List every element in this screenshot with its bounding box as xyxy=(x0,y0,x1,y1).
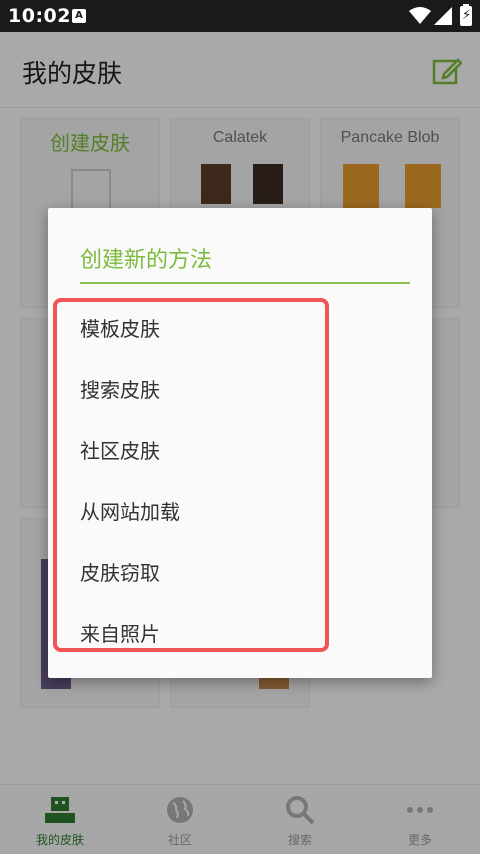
status-time: 10:02 xyxy=(8,5,71,27)
option-load-from-website[interactable]: 从网站加载 xyxy=(48,481,432,541)
create-method-dialog: 创建新的方法 模板皮肤 搜索皮肤 社区皮肤 从网站加载 皮肤窃取 来自照片 xyxy=(48,208,432,678)
option-search-skin[interactable]: 搜索皮肤 xyxy=(48,359,432,419)
option-label: 模板皮肤 xyxy=(80,317,160,341)
signal-icon xyxy=(434,7,452,25)
dialog-title: 创建新的方法 xyxy=(80,248,213,273)
option-label: 来自照片 xyxy=(80,622,160,646)
option-skin-stealer[interactable]: 皮肤窃取 xyxy=(48,542,432,602)
option-label: 社区皮肤 xyxy=(80,439,160,463)
option-template-skin[interactable]: 模板皮肤 xyxy=(48,298,432,358)
wifi-icon xyxy=(409,7,431,24)
option-label: 搜索皮肤 xyxy=(80,378,160,402)
option-label: 从网站加载 xyxy=(80,500,180,524)
option-from-photo[interactable]: 来自照片 xyxy=(48,603,432,663)
battery-icon: ⚡ xyxy=(460,4,472,26)
option-label: 皮肤窃取 xyxy=(80,561,160,585)
option-community-skin[interactable]: 社区皮肤 xyxy=(48,420,432,480)
notification-icon: A xyxy=(72,9,86,23)
status-bar: 10:02 A ⚡ xyxy=(0,0,480,32)
dialog-divider xyxy=(80,282,410,284)
